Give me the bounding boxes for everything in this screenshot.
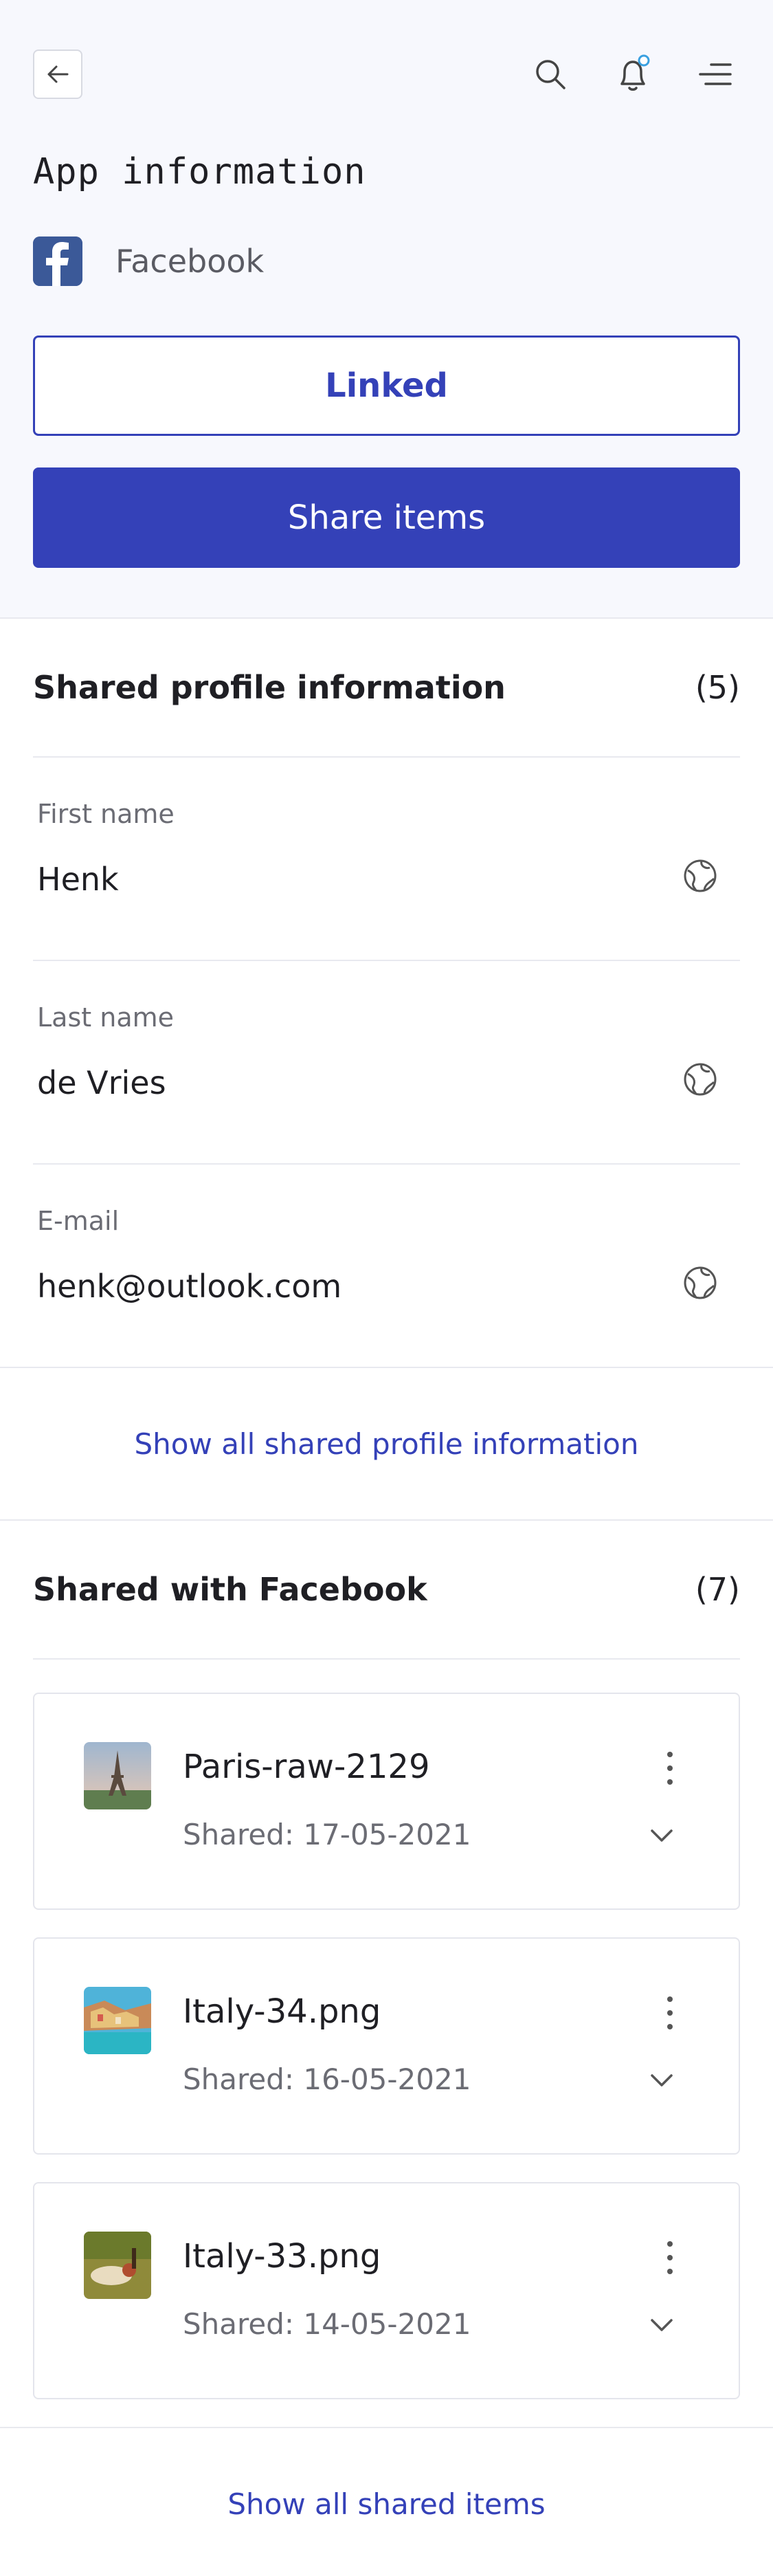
- globe-icon[interactable]: [681, 1060, 719, 1099]
- field-value: de Vries: [37, 1064, 166, 1101]
- field-label: Last name: [37, 1002, 174, 1033]
- search-icon: [536, 60, 565, 89]
- menu-icon: [699, 63, 732, 85]
- notification-dot: [638, 54, 650, 67]
- field-label: E-mail: [37, 1206, 120, 1236]
- app-header-panel: App information Facebook Linked Share it…: [0, 0, 773, 619]
- item-date: Shared: 14-05-2021: [183, 2307, 471, 2341]
- back-button[interactable]: [33, 49, 82, 99]
- shared-item-card[interactable]: Italy-34.png Shared: 16-05-2021: [33, 1937, 740, 2155]
- notifications-button[interactable]: [608, 49, 658, 99]
- item-thumbnail: [84, 2232, 151, 2299]
- header-actions: [526, 49, 740, 99]
- linked-button[interactable]: Linked: [33, 335, 740, 436]
- arrow-left-icon: [47, 65, 69, 83]
- app-row: Facebook: [33, 234, 264, 289]
- page-title: App information: [33, 151, 366, 192]
- item-date: Shared: 17-05-2021: [183, 1818, 471, 1851]
- facebook-logo-icon: [33, 236, 82, 286]
- globe-icon[interactable]: [681, 857, 719, 895]
- shared-item-card[interactable]: Italy-33.png Shared: 14-05-2021: [33, 2182, 740, 2399]
- section-count: (7): [695, 1571, 740, 1608]
- app-name: Facebook: [115, 243, 265, 280]
- item-date: Shared: 16-05-2021: [183, 2062, 471, 2096]
- shared-profile-section: Shared profile information (5) First nam…: [0, 619, 773, 1521]
- more-options-icon[interactable]: [656, 1748, 684, 1789]
- show-all-profile-link[interactable]: Show all shared profile information: [0, 1368, 773, 1519]
- field-label: First name: [37, 799, 175, 829]
- chevron-down-icon[interactable]: [647, 1820, 677, 1851]
- item-name: Italy-33.png: [183, 2237, 381, 2276]
- field-value: Henk: [37, 861, 119, 898]
- share-items-button[interactable]: Share items: [33, 467, 740, 568]
- more-options-icon[interactable]: [656, 1992, 684, 2034]
- field-value: henk@outlook.com: [37, 1268, 342, 1305]
- profile-field-first-name: First name Henk: [0, 758, 773, 960]
- section-header: Shared with Facebook (7): [0, 1521, 773, 1658]
- shared-item-card[interactable]: Paris-raw-2129 Shared: 17-05-2021: [33, 1693, 740, 1910]
- menu-button[interactable]: [691, 49, 740, 99]
- item-name: Paris-raw-2129: [183, 1748, 430, 1786]
- globe-icon[interactable]: [681, 1264, 719, 1302]
- item-name: Italy-34.png: [183, 1992, 381, 2031]
- bell-icon: [620, 54, 650, 91]
- item-thumbnail: [84, 1742, 151, 1809]
- profile-field-last-name: Last name de Vries: [0, 961, 773, 1163]
- section-header: Shared profile information (5): [0, 619, 773, 756]
- section-count: (5): [695, 669, 740, 706]
- section-title: Shared profile information: [33, 669, 506, 706]
- chevron-down-icon[interactable]: [647, 2065, 677, 2095]
- shared-items-list: Paris-raw-2129 Shared: 17-05-2021 Italy-…: [0, 1660, 773, 2399]
- section-title: Shared with Facebook: [33, 1571, 427, 1608]
- item-thumbnail: [84, 1987, 151, 2054]
- more-options-icon[interactable]: [656, 2237, 684, 2278]
- shared-items-section: Shared with Facebook (7) Paris-raw-2129 …: [0, 1521, 773, 2576]
- profile-field-email: E-mail henk@outlook.com: [0, 1165, 773, 1367]
- search-button[interactable]: [526, 49, 575, 99]
- show-all-items-link[interactable]: Show all shared items: [0, 2428, 773, 2576]
- chevron-down-icon[interactable]: [647, 2310, 677, 2340]
- top-bar: [33, 49, 740, 99]
